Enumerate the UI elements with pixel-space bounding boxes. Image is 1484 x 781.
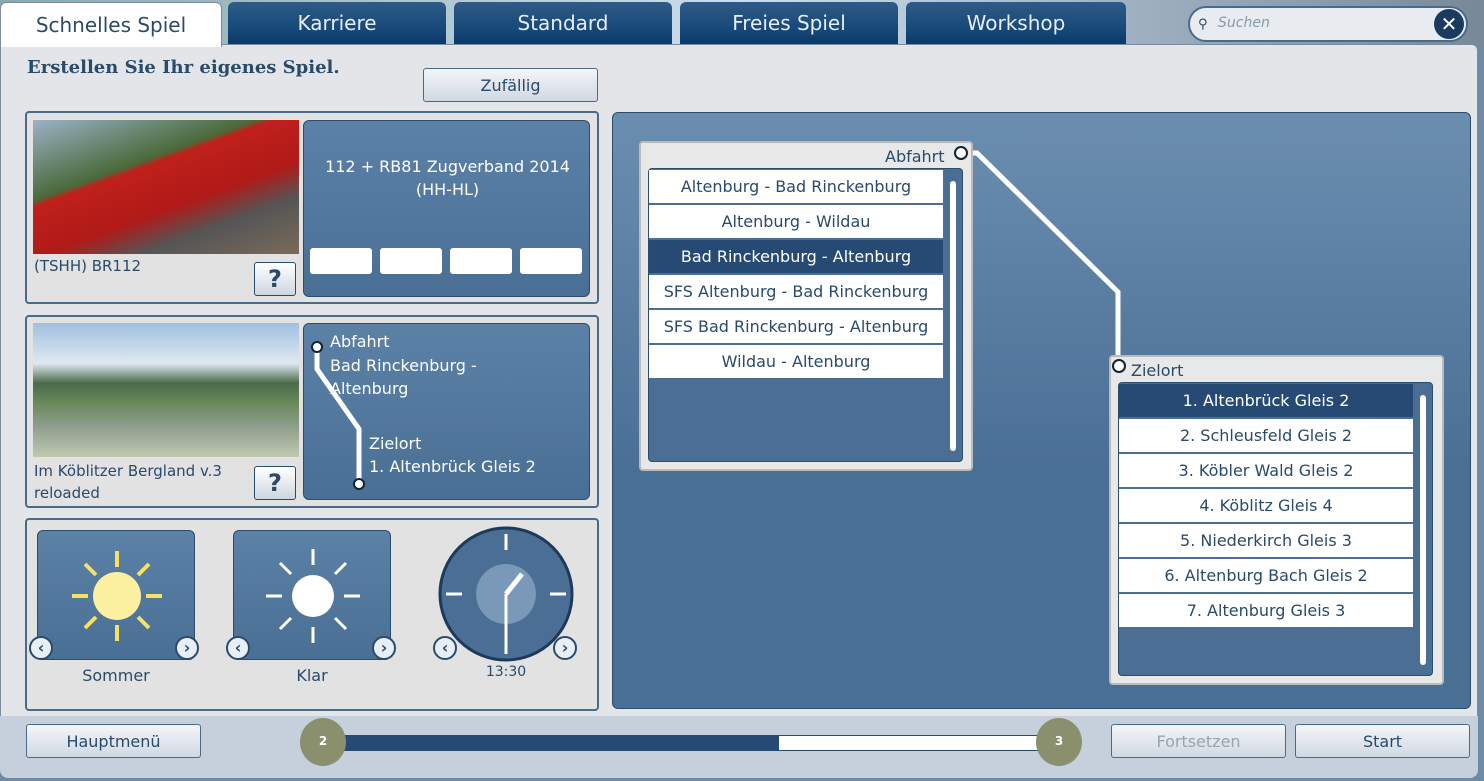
continue-button[interactable]: Fortsetzen	[1111, 724, 1286, 758]
departure-node-icon	[954, 146, 968, 160]
season-prev-button[interactable]: ‹	[29, 636, 53, 660]
departure-item[interactable]: Altenburg - Wildau	[649, 205, 943, 238]
step-progress-bar	[335, 735, 1040, 751]
weather-card	[233, 530, 391, 660]
destination-item-selected[interactable]: 1. Altenbrück Gleis 2	[1119, 384, 1413, 417]
destination-item[interactable]: 6. Altenburg Bach Gleis 2	[1119, 559, 1413, 592]
tab-schnelles-spiel[interactable]: Schnelles Spiel	[0, 2, 222, 47]
destination-value: 1. Altenbrück Gleis 2	[369, 457, 536, 476]
route-thumbnail[interactable]	[33, 323, 299, 457]
train-help-button[interactable]: ?	[254, 262, 296, 296]
departure-item[interactable]: SFS Altenburg - Bad Rinckenburg	[649, 275, 943, 308]
time-next-button[interactable]: ›	[553, 636, 577, 660]
departure-item[interactable]: SFS Bad Rinckenburg - Altenburg	[649, 310, 943, 343]
departure-label: Abfahrt	[330, 332, 390, 351]
wagon-icon	[520, 248, 582, 274]
clear-search-icon[interactable]: ✕	[1434, 9, 1464, 39]
departure-list[interactable]: Altenburg - Bad Rinckenburg Altenburg - …	[648, 168, 963, 462]
tab-freies-spiel[interactable]: Freies Spiel	[680, 2, 898, 44]
start-button[interactable]: Start	[1295, 724, 1470, 758]
search-icon: ⚲	[1198, 17, 1208, 32]
destination-item[interactable]: 4. Köblitz Gleis 4	[1119, 489, 1413, 522]
destination-item[interactable]: 3. Köbler Wald Gleis 2	[1119, 454, 1413, 487]
step-indicator-next: 3	[1036, 718, 1082, 766]
time-label: 13:30	[485, 664, 527, 680]
main-menu-button[interactable]: Hauptmenü	[26, 724, 201, 758]
tab-workshop[interactable]: Workshop	[906, 2, 1126, 44]
season-next-button[interactable]: ›	[175, 636, 199, 660]
wagon-icon	[450, 248, 512, 274]
weather-prev-button[interactable]: ‹	[226, 636, 250, 660]
step-progress-fill	[336, 736, 779, 750]
sun-icon	[72, 551, 162, 641]
destination-label: Zielort	[369, 434, 422, 453]
departure-list-label: Abfahrt	[885, 147, 945, 166]
departure-item[interactable]: Wildau - Altenburg	[649, 345, 943, 378]
season-card	[37, 530, 195, 660]
tab-standard[interactable]: Standard	[454, 2, 672, 44]
destination-item[interactable]: 2. Schleusfeld Gleis 2	[1119, 419, 1413, 452]
destination-item[interactable]: 5. Niederkirch Gleis 3	[1119, 524, 1413, 557]
step-indicator-current: 2	[300, 718, 346, 766]
route-help-button[interactable]: ?	[254, 466, 296, 500]
consist-card[interactable]: 112 + RB81 Zugverband 2014 (HH-HL)	[303, 120, 590, 297]
train-name: (TSHH) BR112	[34, 257, 142, 275]
season-label: Sommer	[82, 666, 150, 685]
destination-node-icon	[1112, 359, 1126, 373]
departure-scrollbar[interactable]	[950, 181, 956, 451]
weather-label: Klar	[296, 666, 328, 685]
departure-item-selected[interactable]: Bad Rinckenburg - Altenburg	[649, 240, 943, 273]
time-prev-button[interactable]: ‹	[433, 636, 457, 660]
departure-item[interactable]: Altenburg - Bad Rinckenburg	[649, 170, 943, 203]
search-placeholder: Suchen	[1218, 15, 1270, 31]
wagon-icon	[310, 248, 372, 274]
tab-karriere[interactable]: Karriere	[228, 2, 446, 44]
search-input[interactable]: ⚲ Suchen ✕	[1188, 6, 1468, 42]
destination-list-label: Zielort	[1131, 361, 1184, 380]
weather-next-button[interactable]: ›	[372, 636, 396, 660]
destination-item[interactable]: 7. Altenburg Gleis 3	[1119, 594, 1413, 627]
route-name: Im Köblitzer Bergland v.3 reloaded	[34, 462, 222, 502]
page-title: Erstellen Sie Ihr eigenes Spiel.	[27, 57, 340, 78]
destination-list[interactable]: 1. Altenbrück Gleis 2 2. Schleusfeld Gle…	[1118, 382, 1433, 676]
destination-scrollbar[interactable]	[1420, 395, 1426, 665]
clear-weather-icon	[266, 549, 360, 643]
train-thumbnail[interactable]	[33, 120, 299, 254]
consist-name: 112 + RB81 Zugverband 2014 (HH-HL)	[325, 157, 570, 199]
departure-value: Bad Rinckenburg - Altenburg	[330, 356, 477, 398]
route-summary-card[interactable]: Abfahrt Bad Rinckenburg - Altenburg Ziel…	[303, 323, 590, 500]
random-button[interactable]: Zufällig	[423, 68, 598, 102]
wagon-icon	[380, 248, 442, 274]
